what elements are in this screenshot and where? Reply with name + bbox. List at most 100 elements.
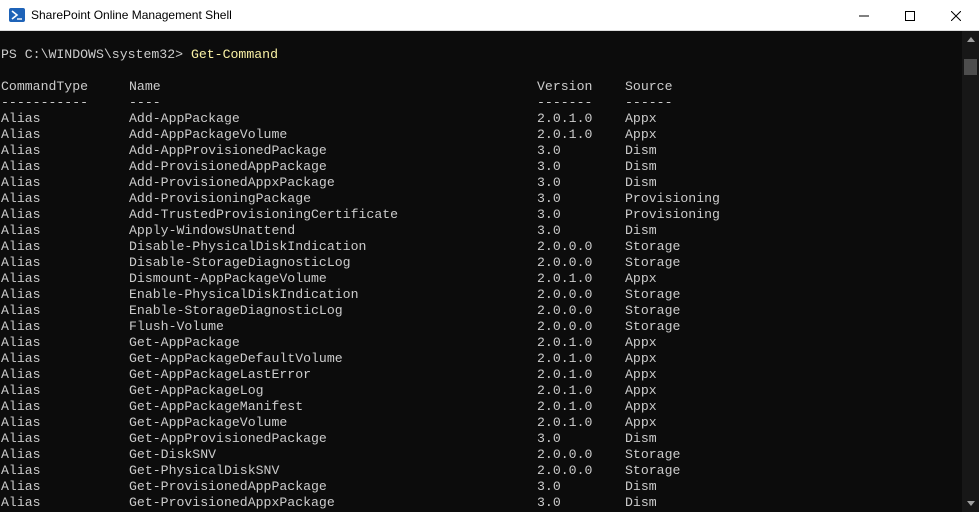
cell-commandtype: Alias <box>1 175 41 190</box>
cell-version: 3.0 <box>537 191 561 206</box>
cell-version: 3.0 <box>537 175 561 190</box>
cell-commandtype: Alias <box>1 383 41 398</box>
arrow-down-icon <box>966 501 975 506</box>
cell-source: Appx <box>625 271 657 286</box>
cell-name: Flush-Volume <box>129 319 224 334</box>
console-output[interactable]: PS C:\WINDOWS\system32> Get-Command Comm… <box>0 31 962 512</box>
cell-source: Dism <box>625 159 657 174</box>
cell-source: Dism <box>625 479 657 494</box>
cell-source: Dism <box>625 175 657 190</box>
cell-version: 2.0.0.0 <box>537 447 593 462</box>
cell-source: Dism <box>625 143 657 158</box>
cell-version: 2.0.0.0 <box>537 287 593 302</box>
prompt-text: PS C:\WINDOWS\system32> <box>1 47 191 62</box>
arrow-up-icon <box>966 37 975 42</box>
cell-source: Storage <box>625 303 681 318</box>
cell-name: Add-AppPackage <box>129 111 240 126</box>
cell-commandtype: Alias <box>1 207 41 222</box>
command-text: Get-Command <box>190 47 278 62</box>
cell-source: Appx <box>625 399 657 414</box>
window-title: SharePoint Online Management Shell <box>31 8 232 22</box>
minimize-button[interactable] <box>841 0 887 31</box>
cell-version: 2.0.1.0 <box>537 399 593 414</box>
cell-name: Get-AppProvisionedPackage <box>129 431 327 446</box>
cell-version: 2.0.1.0 <box>537 367 593 382</box>
cell-name: Disable-StorageDiagnosticLog <box>129 255 351 270</box>
title-bar[interactable]: SharePoint Online Management Shell <box>0 0 979 31</box>
cell-source: Appx <box>625 335 657 350</box>
cell-name: Get-AppPackageLastError <box>129 367 312 382</box>
maximize-button[interactable] <box>887 0 933 31</box>
cell-source: Provisioning <box>625 191 720 206</box>
minimize-icon <box>859 15 869 16</box>
cell-name: Apply-WindowsUnattend <box>129 223 296 238</box>
cell-source: Appx <box>625 111 657 126</box>
cell-name: Add-AppProvisionedPackage <box>129 143 327 158</box>
cell-version: 3.0 <box>537 159 561 174</box>
cell-commandtype: Alias <box>1 303 41 318</box>
cell-name: Enable-StorageDiagnosticLog <box>129 303 343 318</box>
cell-name: Enable-PhysicalDiskIndication <box>129 287 359 302</box>
scrollbar-thumb[interactable] <box>964 59 977 75</box>
cell-name: Add-TrustedProvisioningCertificate <box>129 207 399 222</box>
cell-name: Get-ProvisionedAppPackage <box>129 479 327 494</box>
cell-commandtype: Alias <box>1 479 41 494</box>
cell-commandtype: Alias <box>1 399 41 414</box>
divider-version: ------- <box>537 95 593 110</box>
cell-version: 2.0.1.0 <box>537 415 593 430</box>
cell-version: 2.0.0.0 <box>537 463 593 478</box>
cell-source: Appx <box>625 415 657 430</box>
cell-name: Dismount-AppPackageVolume <box>129 271 327 286</box>
cell-name: Get-PhysicalDiskSNV <box>129 463 280 478</box>
cell-name: Get-AppPackage <box>129 335 240 350</box>
cell-commandtype: Alias <box>1 463 41 478</box>
cell-name: Get-ProvisionedAppxPackage <box>129 495 335 510</box>
cell-source: Storage <box>625 319 681 334</box>
table-header: CommandType Name Version Source <box>1 79 672 95</box>
cell-commandtype: Alias <box>1 367 41 382</box>
cell-name: Get-AppPackageVolume <box>129 415 288 430</box>
cell-version: 3.0 <box>537 207 561 222</box>
powershell-icon[interactable] <box>9 8 25 22</box>
maximize-icon <box>905 10 915 21</box>
cell-source: Storage <box>625 239 681 254</box>
cell-name: Add-ProvisioningPackage <box>129 191 312 206</box>
cell-name: Add-ProvisionedAppxPackage <box>129 175 335 190</box>
cell-name: Get-AppPackageLog <box>129 383 264 398</box>
header-commandtype: CommandType <box>1 79 89 94</box>
cell-source: Provisioning <box>625 207 720 222</box>
divider-source: ------ <box>625 95 673 110</box>
header-source: Source <box>625 79 673 94</box>
cell-commandtype: Alias <box>1 127 41 142</box>
cell-version: 3.0 <box>537 223 561 238</box>
close-icon <box>951 10 961 21</box>
cell-version: 3.0 <box>537 495 561 510</box>
cell-commandtype: Alias <box>1 255 41 270</box>
divider-name: ---- <box>129 95 161 110</box>
cell-name: Disable-PhysicalDiskIndication <box>129 239 367 254</box>
cell-name: Get-AppPackageManifest <box>129 399 304 414</box>
cell-source: Storage <box>625 287 681 302</box>
vertical-scrollbar[interactable] <box>962 31 979 512</box>
close-button[interactable] <box>933 0 979 31</box>
cell-source: Appx <box>625 127 657 142</box>
cell-version: 2.0.1.0 <box>537 335 593 350</box>
table-divider: ----------- ---- ------- ------ <box>1 95 672 111</box>
cell-commandtype: Alias <box>1 223 41 238</box>
cell-version: 3.0 <box>537 143 561 158</box>
cell-version: 3.0 <box>537 479 561 494</box>
prompt-line: PS C:\WINDOWS\system32> Get-Command <box>1 47 278 63</box>
cell-commandtype: Alias <box>1 447 41 462</box>
cell-source: Storage <box>625 463 681 478</box>
cell-commandtype: Alias <box>1 271 41 286</box>
scroll-up-button[interactable] <box>962 31 979 48</box>
cell-commandtype: Alias <box>1 415 41 430</box>
scroll-down-button[interactable] <box>962 495 979 512</box>
header-version: Version <box>537 79 593 94</box>
cell-commandtype: Alias <box>1 159 41 174</box>
cell-version: 3.0 <box>537 431 561 446</box>
cell-name: Get-DiskSNV <box>129 447 217 462</box>
cell-commandtype: Alias <box>1 143 41 158</box>
cell-source: Appx <box>625 367 657 382</box>
cell-commandtype: Alias <box>1 287 41 302</box>
